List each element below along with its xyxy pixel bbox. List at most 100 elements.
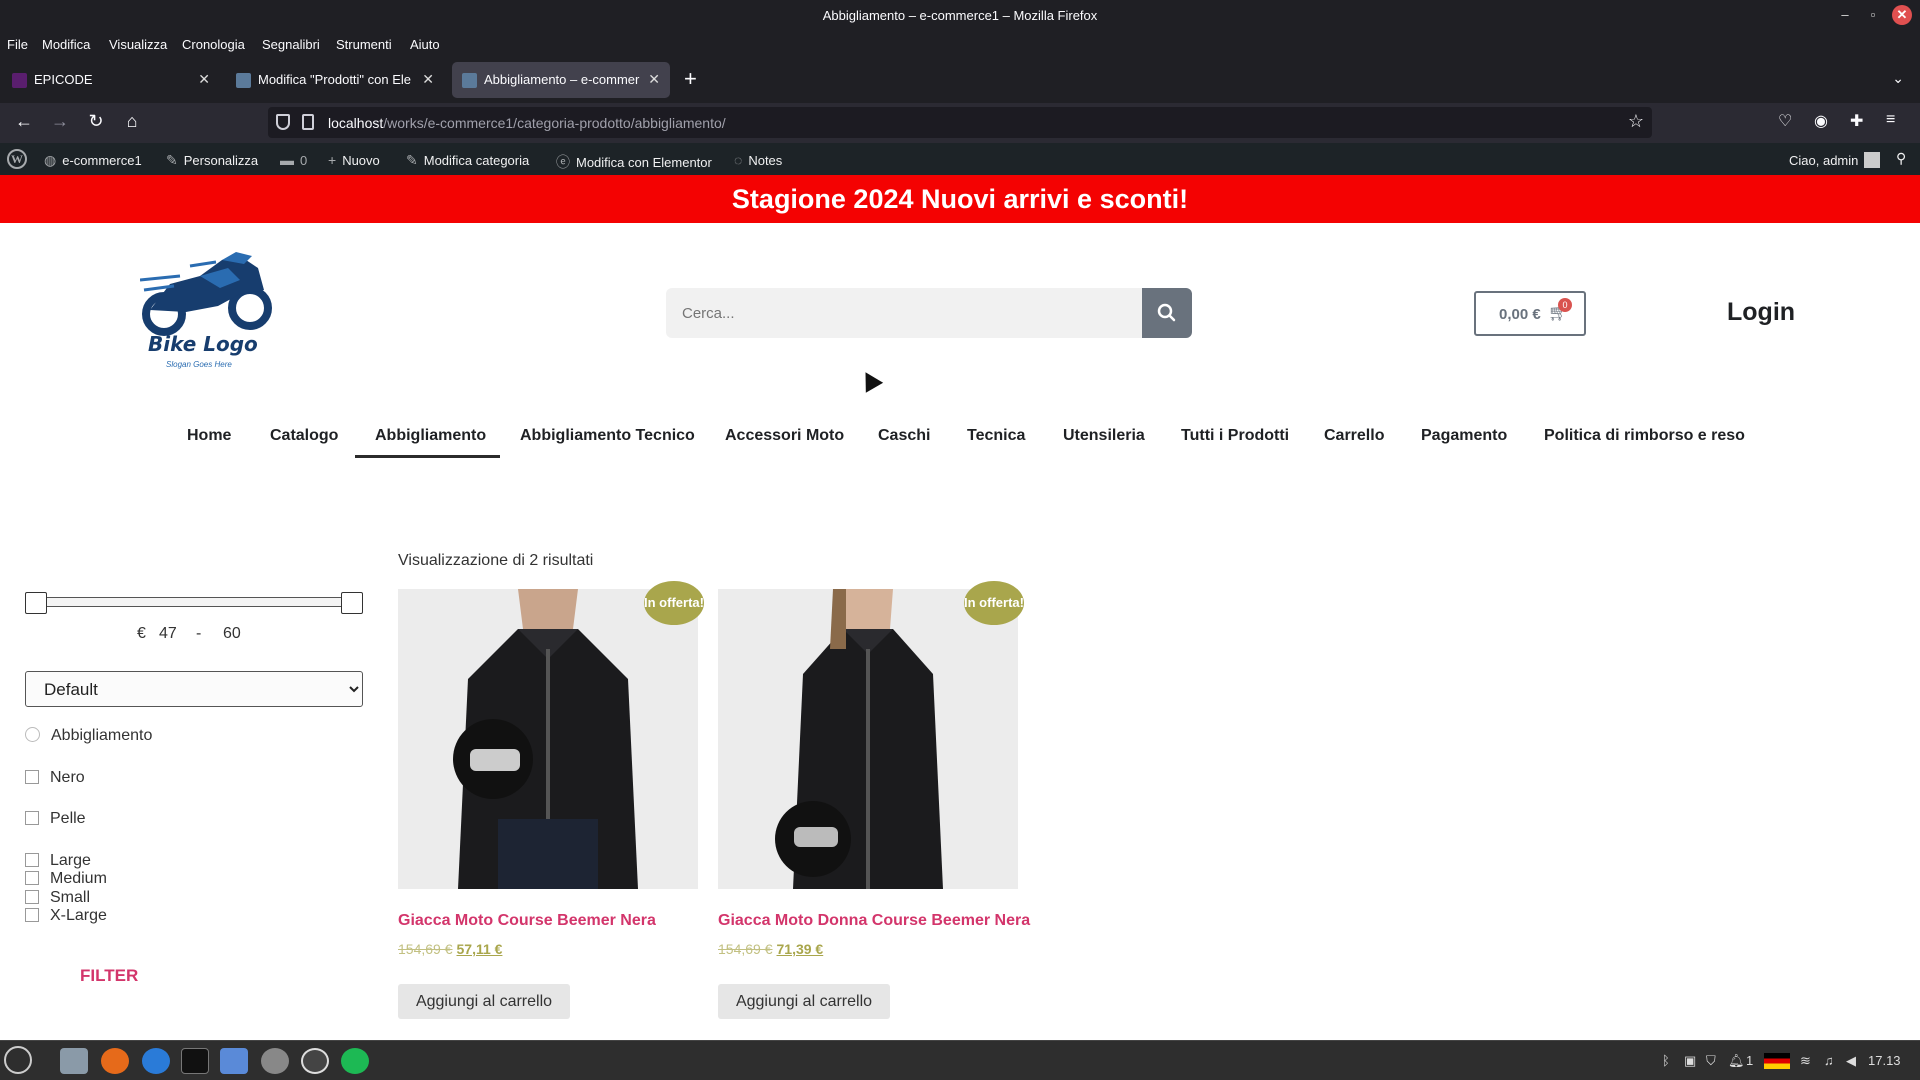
start-menu-icon[interactable] xyxy=(4,1046,32,1074)
nav-caschi[interactable]: Caschi xyxy=(878,427,930,445)
back-arrow-icon[interactable]: ← xyxy=(12,111,36,132)
nav-accessori-moto[interactable]: Accessori Moto xyxy=(725,427,844,445)
menu-strumenti[interactable]: Strumenti xyxy=(336,37,392,52)
file-manager-icon[interactable] xyxy=(60,1048,88,1074)
tab-abbigliamento[interactable]: Abbigliamento – e-commer ✕ xyxy=(452,62,670,98)
tracking-shield-icon[interactable] xyxy=(276,114,290,130)
menu-cronologia[interactable]: Cronologia xyxy=(182,37,245,52)
close-tab-icon[interactable]: ✕ xyxy=(422,71,434,88)
filter-size-medium[interactable]: Medium xyxy=(25,870,107,888)
filter-size-xlarge[interactable]: X-Large xyxy=(25,907,107,925)
shield-tray-icon[interactable]: ⛉ xyxy=(1706,1053,1716,1069)
menu-aiuto[interactable]: Aiuto xyxy=(410,37,440,52)
settings-gear-icon[interactable] xyxy=(261,1048,289,1074)
tab-elementor[interactable]: Modifica "Prodotti" con Ele ✕ xyxy=(226,62,444,98)
extensions-icon[interactable]: ✚ xyxy=(1850,111,1863,131)
menu-file[interactable]: File xyxy=(7,37,28,52)
admin-comments-link[interactable]: ▬ 0 xyxy=(280,152,307,168)
reload-icon[interactable]: ↻ xyxy=(84,111,108,132)
menu-modifica[interactable]: Modifica xyxy=(42,37,90,52)
volume-icon[interactable]: ◀︎ xyxy=(1846,1053,1856,1069)
product-image[interactable] xyxy=(398,589,698,889)
close-window-icon[interactable]: ✕ xyxy=(1892,5,1912,25)
pocket-icon[interactable]: ♡ xyxy=(1778,111,1792,131)
product-image[interactable] xyxy=(718,589,1018,889)
cart-button[interactable]: 0,00 € 🛒︎ 0 xyxy=(1474,291,1586,336)
admin-notes-link[interactable]: ◌ Notes xyxy=(734,152,782,168)
bookmark-star-icon[interactable]: ☆ xyxy=(1628,111,1644,132)
checkbox[interactable] xyxy=(25,853,39,867)
nav-politica-rimborso[interactable]: Politica di rimborso e reso xyxy=(1544,427,1745,445)
login-link[interactable]: Login xyxy=(1727,298,1795,327)
nav-abbigliamento-tecnico[interactable]: Abbigliamento Tecnico xyxy=(520,427,695,445)
nav-catalogo[interactable]: Catalogo xyxy=(270,427,338,445)
price-slider-track[interactable] xyxy=(35,597,355,607)
admin-elementor-link[interactable]: ⓔ Modifica con Elementor xyxy=(556,152,712,172)
filter-size-small[interactable]: Small xyxy=(25,889,90,907)
home-icon[interactable]: ⌂ xyxy=(120,111,144,132)
nav-carrello[interactable]: Carrello xyxy=(1324,427,1384,445)
github-icon[interactable] xyxy=(301,1048,329,1074)
spotify-icon[interactable] xyxy=(341,1048,369,1074)
checkbox[interactable] xyxy=(25,890,39,904)
tab-epicode[interactable]: EPICODE ✕ xyxy=(2,62,220,98)
tab-list-chevron-icon[interactable]: ⌄ xyxy=(1892,70,1904,87)
checkbox[interactable] xyxy=(25,871,39,885)
workspace-icon[interactable] xyxy=(220,1048,248,1074)
nav-pagamento[interactable]: Pagamento xyxy=(1421,427,1507,445)
nav-home[interactable]: Home xyxy=(187,427,231,445)
menu-visualizza[interactable]: Visualizza xyxy=(109,37,167,52)
maximize-icon[interactable]: ▫ xyxy=(1862,4,1884,26)
add-to-cart-button[interactable]: Aggiungi al carrello xyxy=(398,984,570,1019)
forward-arrow-icon[interactable]: → xyxy=(48,111,72,132)
hamburger-menu-icon[interactable]: ≡ xyxy=(1886,111,1895,129)
checkbox[interactable] xyxy=(25,770,39,784)
terminal-icon[interactable] xyxy=(181,1048,209,1074)
admin-site-link[interactable]: ◍ e-commerce1 xyxy=(44,152,142,169)
search-button[interactable] xyxy=(1142,288,1192,338)
filter-category-abbigliamento[interactable]: Abbigliamento xyxy=(25,727,152,745)
close-tab-icon[interactable]: ✕ xyxy=(648,71,660,88)
site-logo[interactable]: Bike Logo Slogan Goes Here xyxy=(139,250,280,375)
admin-edit-category-link[interactable]: ✎ Modifica categoria xyxy=(406,152,529,169)
thunderbird-icon[interactable] xyxy=(142,1048,170,1074)
admin-customize-link[interactable]: ✎ Personalizza xyxy=(166,152,258,169)
admin-search-icon[interactable]: ⚲ xyxy=(1896,150,1906,167)
account-icon[interactable]: ◉ xyxy=(1814,111,1828,131)
checkbox[interactable] xyxy=(25,811,39,825)
add-to-cart-button[interactable]: Aggiungi al carrello xyxy=(718,984,890,1019)
filter-material-pelle[interactable]: Pelle xyxy=(25,810,86,828)
url-text[interactable]: localhost/works/e-commerce1/categoria-pr… xyxy=(328,115,726,131)
page-info-icon[interactable] xyxy=(302,114,314,130)
nav-utensileria[interactable]: Utensileria xyxy=(1063,427,1145,445)
new-tab-icon[interactable]: + xyxy=(684,66,697,92)
wifi-icon[interactable]: ≋ xyxy=(1800,1053,1811,1069)
url-bar[interactable]: localhost/works/e-commerce1/categoria-pr… xyxy=(268,107,1652,138)
keyboard-layout-flag-icon[interactable] xyxy=(1764,1053,1790,1069)
product-title[interactable]: Giacca Moto Course Beemer Nera xyxy=(398,912,656,930)
minimize-icon[interactable]: – xyxy=(1834,4,1856,26)
nav-tutti-i-prodotti[interactable]: Tutti i Prodotti xyxy=(1181,427,1289,445)
bluetooth-icon[interactable]: ᛒ xyxy=(1662,1053,1670,1068)
radio-button[interactable] xyxy=(25,727,40,742)
search-input[interactable] xyxy=(666,288,1142,338)
menu-segnalibri[interactable]: Segnalibri xyxy=(262,37,320,52)
filter-size-large[interactable]: Large xyxy=(25,852,91,870)
price-max-handle[interactable] xyxy=(341,592,363,614)
admin-account-link[interactable]: Ciao, admin xyxy=(1789,152,1881,168)
filter-color-nero[interactable]: Nero xyxy=(25,769,85,787)
wordpress-logo-icon[interactable]: W xyxy=(7,149,27,169)
nav-abbigliamento[interactable]: Abbigliamento xyxy=(375,427,486,445)
close-tab-icon[interactable]: ✕ xyxy=(198,71,210,88)
clipboard-icon[interactable]: ▣ xyxy=(1684,1053,1696,1069)
nav-tecnica[interactable]: Tecnica xyxy=(967,427,1025,445)
product-title[interactable]: Giacca Moto Donna Course Beemer Nera xyxy=(718,912,1030,930)
firefox-icon[interactable] xyxy=(101,1048,129,1074)
music-note-icon[interactable]: ♫ xyxy=(1824,1053,1834,1068)
notification-icon[interactable]: 🔔︎ xyxy=(1728,1053,1745,1069)
clock[interactable]: 17.13 xyxy=(1868,1053,1901,1068)
admin-new-link[interactable]: + Nuovo xyxy=(328,152,380,168)
filter-button[interactable]: FILTER xyxy=(80,966,138,986)
price-min-handle[interactable] xyxy=(25,592,47,614)
sort-select[interactable]: Default xyxy=(25,671,363,707)
